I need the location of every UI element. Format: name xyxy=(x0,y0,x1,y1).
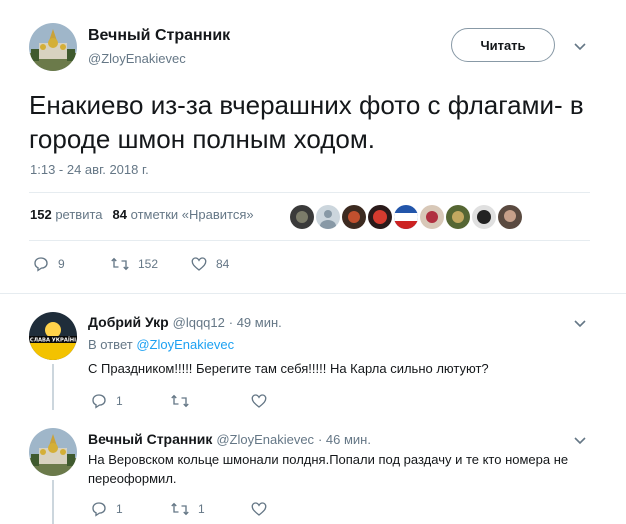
thread-line xyxy=(52,364,54,410)
likes-count[interactable]: 84 xyxy=(113,207,127,222)
retweets-label[interactable]: ретвита xyxy=(55,207,102,222)
tweet-stats: 152 ретвита 84 отметки «Нравится» xyxy=(30,207,254,222)
retweet-action[interactable]: 152 xyxy=(110,255,158,273)
liker-avatar[interactable] xyxy=(316,205,340,229)
thread-line xyxy=(52,480,54,524)
divider xyxy=(0,293,626,294)
like-count: 84 xyxy=(216,257,230,271)
liker-avatar[interactable] xyxy=(446,205,470,229)
in-reply-to: В ответ @ZloyEnakievec xyxy=(88,337,234,352)
like-action[interactable] xyxy=(250,500,276,518)
reply-icon xyxy=(34,257,48,272)
reply-author-name[interactable]: Вечный Странник xyxy=(88,431,212,447)
retweets-count[interactable]: 152 xyxy=(30,207,52,222)
chevron-down-icon[interactable] xyxy=(572,315,588,331)
tweet-timestamp[interactable]: 1:13 - 24 авг. 2018 г. xyxy=(30,162,149,177)
liker-avatar[interactable] xyxy=(420,205,444,229)
liker-avatar[interactable] xyxy=(290,205,314,229)
reply-count: 9 xyxy=(58,257,65,271)
author-avatar[interactable] xyxy=(29,23,77,71)
retweet-count: 1 xyxy=(198,502,205,516)
author-handle[interactable]: @ZloyEnakievec xyxy=(88,51,186,66)
liker-avatar[interactable] xyxy=(472,205,496,229)
reply-action[interactable]: 9 xyxy=(32,255,65,273)
retweet-icon xyxy=(171,394,189,408)
retweet-action[interactable]: 1 xyxy=(170,500,205,518)
reply-text: С Праздником!!!!! Берегите там себя!!!!!… xyxy=(88,361,489,376)
retweet-action[interactable] xyxy=(170,392,198,410)
retweet-icon xyxy=(171,502,189,516)
reply-action[interactable]: 1 xyxy=(90,392,123,410)
author-name[interactable]: Вечный Странник xyxy=(88,27,230,45)
reply-count: 1 xyxy=(116,502,123,516)
avatar-text: СЛАВА УКРАЇНІ xyxy=(30,337,76,344)
reply-time[interactable]: · 46 мин. xyxy=(318,432,371,447)
heart-icon xyxy=(191,257,207,271)
liker-avatar[interactable] xyxy=(394,205,418,229)
reply-time[interactable]: · 49 мин. xyxy=(229,315,282,330)
like-action[interactable]: 84 xyxy=(190,255,229,273)
like-action[interactable] xyxy=(250,392,276,410)
reply-author-name[interactable]: Добрий Укр xyxy=(88,314,169,330)
tweet-text: Енакиево из-за вчерашних фото с флагами-… xyxy=(29,90,584,154)
heart-icon xyxy=(251,394,267,408)
reply-author-handle[interactable]: @ZloyEnakievec xyxy=(216,432,314,447)
reply-text: На Веровском кольце шмонали полдня.Попал… xyxy=(88,452,569,486)
reply-header: Добрий Укр @lqqq12 · 49 мин. xyxy=(88,314,282,330)
reply-header: Вечный Странник @ZloyEnakievec · 46 мин. xyxy=(88,431,371,447)
likes-label[interactable]: отметки «Нравится» xyxy=(131,207,254,222)
in-reply-prefix: В ответ xyxy=(88,337,133,352)
reply-author-avatar[interactable] xyxy=(29,428,77,476)
retweet-count: 152 xyxy=(138,257,159,271)
liker-avatar[interactable] xyxy=(368,205,392,229)
chevron-down-icon[interactable] xyxy=(572,38,588,54)
heart-icon xyxy=(251,502,267,516)
reply-author-handle[interactable]: @lqqq12 xyxy=(173,315,225,330)
likers-avatars xyxy=(290,205,524,229)
divider xyxy=(29,240,590,241)
liker-avatar[interactable] xyxy=(342,205,366,229)
in-reply-handle-link[interactable]: @ZloyEnakievec xyxy=(136,337,234,352)
liker-avatar[interactable] xyxy=(498,205,522,229)
reply-count: 1 xyxy=(116,394,123,408)
reply-author-avatar[interactable]: СЛАВА УКРАЇНІ xyxy=(29,312,77,360)
reply-icon xyxy=(92,502,106,517)
divider xyxy=(29,192,590,193)
reply-action[interactable]: 1 xyxy=(90,500,123,518)
retweet-icon xyxy=(111,257,129,271)
chevron-down-icon[interactable] xyxy=(572,432,588,448)
reply-icon xyxy=(92,394,106,409)
follow-button[interactable]: Читать xyxy=(451,28,555,62)
